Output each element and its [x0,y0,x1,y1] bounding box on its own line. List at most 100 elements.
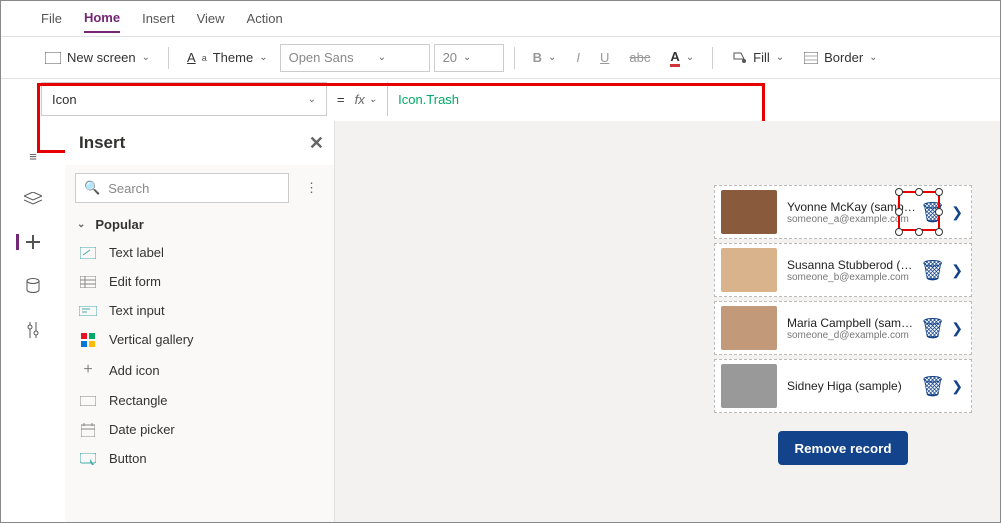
fx-icon: fx [355,92,365,107]
group-popular[interactable]: ⌄ Popular [65,211,334,238]
plus-icon: + [83,361,92,379]
fill-icon [731,51,747,65]
insert-tab-icon[interactable] [16,234,41,250]
gallery-row[interactable]: Susanna Stubberod (sample) someone_b@exa… [714,243,972,297]
row-name: Susanna Stubberod (sample) [787,258,916,272]
chevron-down-icon: ⌄ [369,94,377,105]
avatar [721,248,777,292]
label-icon [80,247,96,259]
chevron-down-icon: ⌄ [776,52,784,63]
underline-icon: U [600,50,609,65]
avatar [721,190,777,234]
chevron-down-icon: ⌄ [548,52,556,63]
textinput-icon [79,306,97,316]
chevron-down-icon: ⌄ [869,52,877,63]
insert-text-label[interactable]: Text label [65,238,334,267]
border-label: Border [824,50,863,65]
theme-label: Theme [213,50,253,65]
font-size-value: 20 [443,50,457,65]
avatar [721,364,777,408]
separator [712,47,713,69]
equals-sign: = [337,92,345,107]
layers-icon[interactable] [24,192,42,206]
chevron-right-icon[interactable]: ❯ [951,378,963,395]
row-email: someone_b@example.com [787,272,916,283]
form-icon [80,276,96,288]
property-value: Icon [52,92,77,107]
row-name: Maria Campbell (sample) [787,316,916,330]
strikethrough-icon: abc [629,50,650,65]
insert-date-picker[interactable]: Date picker [65,415,334,444]
search-input[interactable]: 🔍 Search [75,173,289,203]
fx-button[interactable]: fx ⌄ [355,82,389,116]
row-email: someone_d@example.com [787,330,916,341]
bold-button[interactable]: B⌄ [525,43,565,73]
chevron-right-icon[interactable]: ❯ [951,320,963,337]
trash-icon[interactable]: 🗑 [920,258,945,283]
insert-rectangle[interactable]: Rectangle [65,386,334,415]
menu-insert[interactable]: Insert [142,11,175,26]
chevron-down-icon: ⌄ [378,52,386,63]
group-label: Popular [95,217,143,232]
data-icon[interactable] [26,278,40,294]
main-area: ≡ Insert ✕ 🔍 Search [1,121,1000,522]
underline-button[interactable]: U [592,43,617,73]
new-screen-label: New screen [67,50,136,65]
theme-icon: A [187,50,196,65]
canvas[interactable]: Yvonne McKay (sample) someone_a@example.… [335,121,1000,522]
new-screen-button[interactable]: New screen ⌄ [37,43,158,73]
avatar [721,306,777,350]
remove-record-button[interactable]: Remove record [778,431,907,465]
rectangle-icon [80,396,96,406]
screen-icon [45,52,61,64]
border-icon [804,52,818,64]
search-icon: 🔍 [84,180,100,196]
theme-button[interactable]: Aa Theme ⌄ [179,43,276,73]
panel-title: Insert [79,133,125,153]
separator [168,47,169,69]
search-placeholder: Search [108,181,149,196]
insert-vertical-gallery[interactable]: Vertical gallery [65,325,334,354]
font-name-select[interactable]: Open Sans ⌄ [280,44,430,72]
chevron-right-icon[interactable]: ❯ [951,262,963,279]
menu-view[interactable]: View [197,11,225,26]
row-name: Sidney Higa (sample) [787,379,916,393]
trash-icon[interactable]: 🗑 [920,374,945,399]
tools-icon[interactable] [26,322,40,338]
close-icon[interactable]: ✕ [309,133,324,154]
strikethrough-button[interactable]: abc [621,43,658,73]
chevron-down-icon: ⌄ [308,94,316,105]
border-button[interactable]: Border ⌄ [796,43,885,73]
insert-panel: Insert ✕ 🔍 Search ⋮ ⌄ Popular Text label… [65,121,335,522]
fill-button[interactable]: Fill ⌄ [723,43,792,73]
font-color-button[interactable]: A ⌄ [662,43,702,73]
formula-bar: Icon ⌄ = fx ⌄ Icon.Trash [1,79,1000,119]
gallery-row[interactable]: Maria Campbell (sample) someone_d@exampl… [714,301,972,355]
calendar-icon [81,423,95,437]
menu-action[interactable]: Action [247,11,283,26]
more-options-button[interactable]: ⋮ [299,180,324,196]
formula-input[interactable]: Icon.Trash [398,92,459,107]
gallery-icon [81,333,95,347]
gallery-row[interactable]: Sidney Higa (sample) 🗑 ❯ [714,359,972,413]
font-name-value: Open Sans [289,50,354,65]
italic-icon: I [576,50,580,65]
italic-button[interactable]: I [568,43,588,73]
separator [514,47,515,69]
trash-icon[interactable]: 🗑 [920,316,945,341]
chevron-down-icon: ⌄ [77,219,85,230]
insert-button[interactable]: Button [65,444,334,473]
tree-view-icon[interactable]: ≡ [29,149,37,164]
insert-edit-form[interactable]: Edit form [65,267,334,296]
font-color-icon: A [670,49,679,67]
menu-home[interactable]: Home [84,10,120,33]
insert-add-icon[interactable]: +Add icon [65,354,334,386]
property-select[interactable]: Icon ⌄ [41,82,327,116]
font-size-select[interactable]: 20 ⌄ [434,44,504,72]
chevron-right-icon[interactable]: ❯ [951,204,963,221]
button-icon [80,453,96,465]
menu-file[interactable]: File [41,11,62,26]
insert-text-input[interactable]: Text input [65,296,334,325]
chevron-down-icon: ⌄ [463,52,471,63]
chevron-down-icon: ⌄ [259,52,267,63]
